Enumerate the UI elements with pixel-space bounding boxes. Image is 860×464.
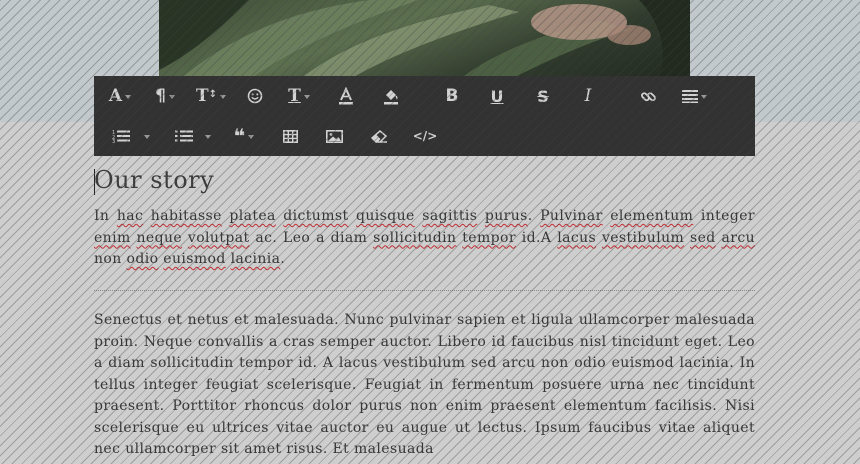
misspelled-word: volutpat [187,229,250,246]
story-heading: Our story [94,166,215,194]
quote-icon: ❝ [233,124,246,148]
strikethrough-button[interactable]: S [531,76,555,116]
misspelled-word: enim [94,229,131,246]
body-paragraph: Senectus et netus et malesuada. Nunc pul… [94,312,755,457]
code-icon: </> [412,129,438,143]
text-run [349,208,357,224]
paragraph-icon: ¶ [155,86,166,106]
strikethrough-icon: S [537,86,549,106]
text-run [477,208,485,224]
align-justify-icon [681,90,698,103]
intro-paragraph: In hac habitasse platea dictumst quisque… [94,206,755,271]
italic-icon: I [584,86,592,106]
paint-bucket-icon [384,90,398,105]
misspelled-word: neque [136,229,183,246]
misspelled-word: lacinia [230,251,281,267]
misspelled-word: sed [690,229,716,246]
table-icon [282,129,298,143]
text-run: In [94,208,117,224]
text-run: . [280,251,286,267]
text-run: integer [693,208,755,224]
misspelled-word: quisque [356,208,415,224]
ordered-list-icon: 123 [112,130,130,143]
hero-image [159,0,690,80]
toolbar-row-2: 123 ❝ </> [94,116,755,156]
font-size-button[interactable]: T ↕ [194,76,228,116]
misspelled-word: vestibulum [601,229,685,246]
link-icon [640,91,656,101]
misspelled-word: purus [484,208,528,224]
text-style-button[interactable]: T [284,76,314,116]
italic-button[interactable]: I [576,76,600,116]
eraser-icon [370,129,387,143]
text-run: id.A [515,229,558,246]
misspelled-word: hac [116,208,144,224]
section-divider [94,290,755,291]
bold-icon: B [445,86,459,106]
text-color-button[interactable] [334,76,358,116]
smiley-icon [247,88,263,104]
paragraph-format-button[interactable]: ¶ [149,76,181,116]
text-run [143,208,151,224]
toolbar-row-1: A ¶ T ↕ T B U S I [94,76,755,116]
insert-image-button[interactable] [322,116,346,156]
misspelled-word: odio [126,251,159,267]
bold-button[interactable]: B [440,76,464,116]
misspelled-word: tempor [462,229,516,246]
clear-formatting-button[interactable] [367,116,391,156]
text-style-icon: T [288,86,301,106]
unordered-list-button[interactable] [170,116,216,156]
image-icon [325,129,343,143]
font-family-icon: A [108,86,123,106]
font-family-button[interactable]: A [104,76,136,116]
text-run: ac. Leo a diam [249,229,374,246]
underline-button[interactable]: U [485,76,509,116]
align-button[interactable] [678,76,710,116]
misspelled-word: euismod [163,251,226,267]
quote-button[interactable]: ❝ [228,116,260,156]
insert-link-button[interactable] [636,76,660,116]
code-view-button[interactable]: </> [412,116,438,156]
insert-table-button[interactable] [278,116,302,156]
misspelled-word: habitasse [150,208,222,224]
misspelled-word: dictumst [283,208,349,224]
unordered-list-icon [175,130,193,142]
svg-text:3: 3 [112,139,115,143]
background-color-button[interactable] [379,76,403,116]
misspelled-word: sagittis [422,208,478,224]
misspelled-word: lacus [557,229,597,246]
text-run: . [527,208,541,224]
misspelled-word: arcu [721,229,755,246]
font-size-icon: T [195,86,209,106]
ordered-list-button[interactable]: 123 [106,116,156,156]
misspelled-word: Pulvinar [540,208,603,224]
underline-icon: U [490,86,504,106]
text-run: non [94,251,127,267]
text-color-icon [339,87,353,105]
misspelled-word: platea [229,208,276,224]
misspelled-word: elementum [610,208,694,224]
editor-toolbar: A ¶ T ↕ T B U S I 1 2 3 ❝ </> [94,76,755,156]
emoticons-button[interactable] [244,76,266,116]
misspelled-word: sollicitudin [373,229,457,246]
